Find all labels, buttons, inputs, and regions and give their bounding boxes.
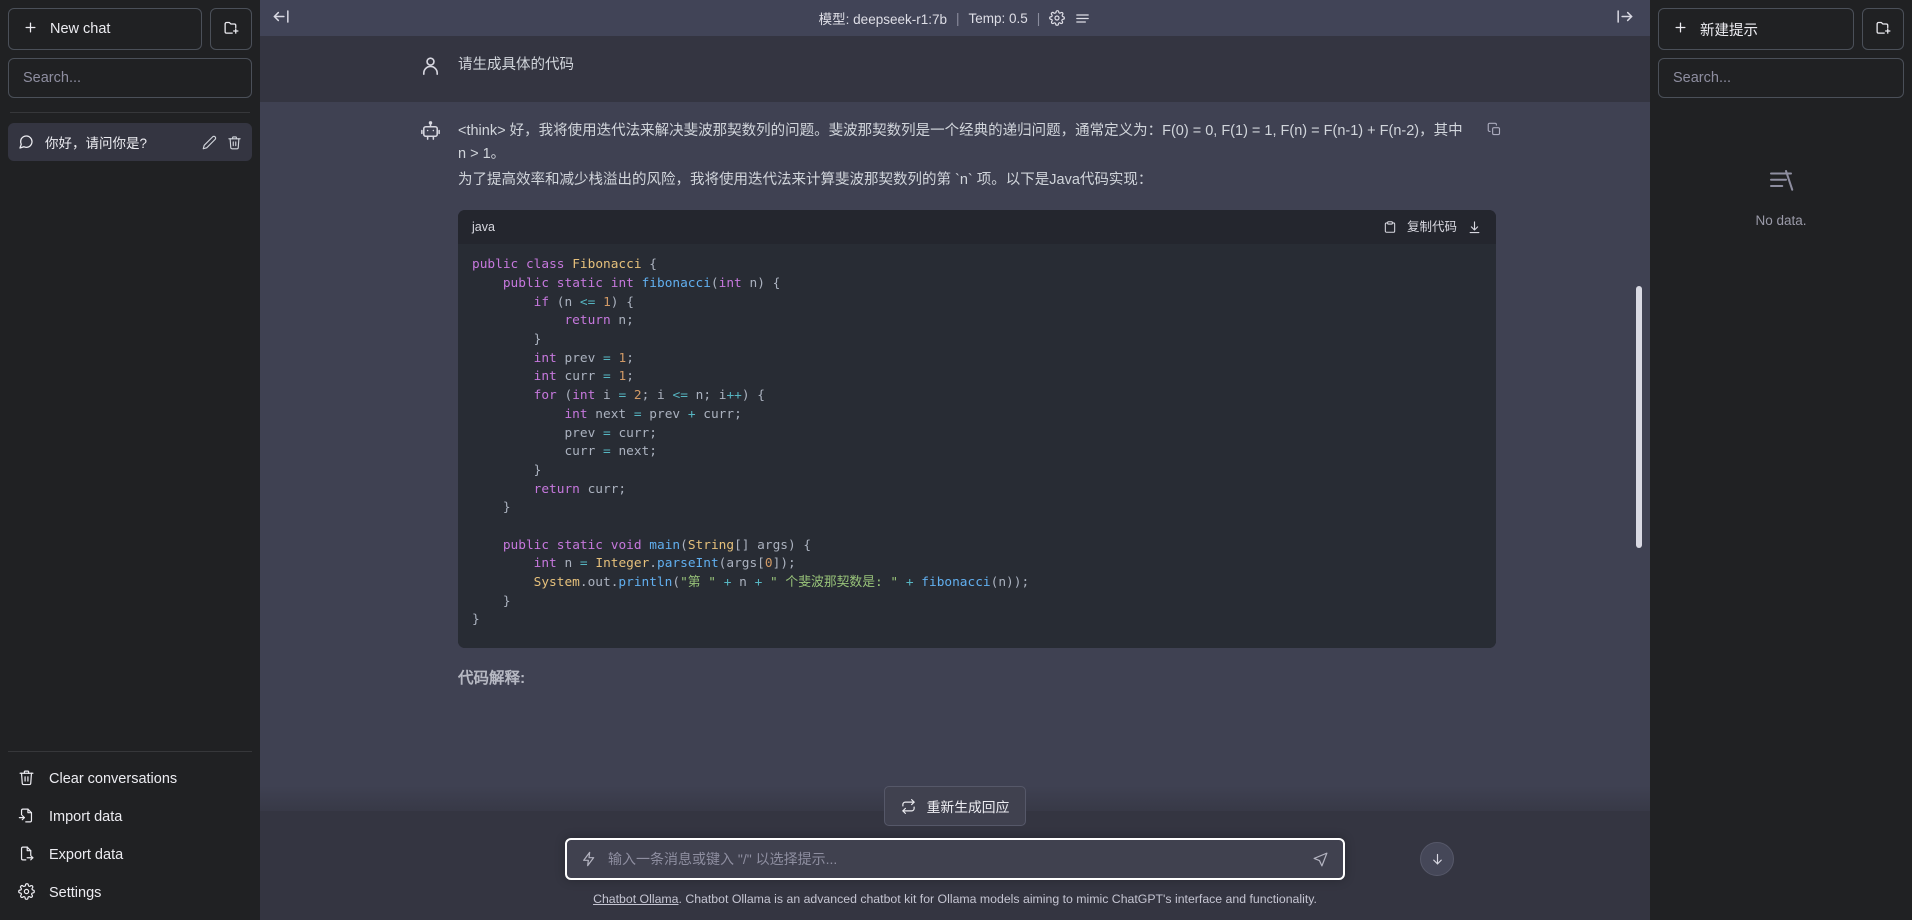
plus-icon	[1673, 20, 1688, 39]
input-row	[260, 838, 1650, 880]
clear-conversations-button[interactable]: Clear conversations	[8, 760, 252, 798]
import-icon	[18, 807, 35, 828]
topbar: 模型: deepseek-r1:7b | Temp: 0.5 |	[260, 0, 1650, 36]
message-input[interactable]	[608, 851, 1301, 867]
app-root: New chat 你好，请问你是?	[0, 0, 1912, 920]
arrow-down-icon	[1430, 852, 1445, 867]
trash-icon[interactable]	[227, 135, 242, 150]
code-language-label: java	[472, 220, 495, 235]
chat-scrollbar[interactable]	[1636, 286, 1642, 548]
chat-bubble-icon	[18, 134, 34, 150]
code-block-header: java 复制代码	[458, 210, 1496, 245]
new-prompt-label: 新建提示	[1700, 22, 1758, 39]
trash-icon	[18, 769, 35, 790]
new-folder-button[interactable]	[210, 8, 252, 50]
arrow-right-to-line-icon	[1615, 7, 1634, 29]
main-panel: 模型: deepseek-r1:7b | Temp: 0.5 | 请生成具体的代…	[260, 0, 1650, 920]
regenerate-row: 重新生成回应	[260, 786, 1650, 826]
assistant-paragraph-1: <think> 好，我将使用迭代法来解决斐波那契数列的问题。斐波那契数列是一个经…	[458, 123, 1463, 163]
right-sidebar: 新建提示 No data.	[1650, 0, 1912, 920]
user-icon	[414, 54, 446, 84]
export-data-label: Export data	[49, 847, 124, 863]
import-data-label: Import data	[49, 809, 123, 825]
settings-button[interactable]: Settings	[8, 874, 252, 912]
clipboard-icon[interactable]	[1383, 220, 1397, 234]
export-icon	[18, 845, 35, 866]
conversation-item[interactable]: 你好，请问你是?	[8, 123, 252, 161]
sidebar-divider	[10, 112, 250, 113]
topbar-separator-2: |	[1036, 10, 1041, 26]
message-user: 请生成具体的代码	[260, 36, 1650, 102]
copy-code-label[interactable]: 复制代码	[1407, 217, 1457, 237]
export-data-button[interactable]: Export data	[8, 836, 252, 874]
no-data-icon	[1766, 166, 1796, 201]
new-chat-button[interactable]: New chat	[8, 8, 202, 50]
conversation-title: 你好，请问你是?	[45, 136, 148, 151]
arrow-left-to-line-icon	[272, 7, 291, 29]
new-folder-icon	[223, 19, 240, 39]
composer: 重新生成回应 输入一条消息或键入 "/" 以选择提示... Chatbot Ol…	[260, 786, 1650, 920]
footer-text: . Chatbot Ollama is an advanced chatbot …	[678, 892, 1317, 906]
message-assistant: <think> 好，我将使用迭代法来解决斐波那契数列的问题。斐波那契数列是一个经…	[260, 102, 1650, 811]
model-label: 模型: deepseek-r1:7b	[818, 12, 947, 27]
new-prompt-folder-button[interactable]	[1862, 8, 1904, 50]
sidebar-top-row: New chat	[8, 8, 252, 50]
temperature-label: Temp: 0.5	[968, 10, 1028, 26]
after-code-text: 代码解释:	[458, 669, 526, 687]
conversation-actions	[202, 135, 242, 150]
download-icon[interactable]	[1467, 220, 1482, 235]
sidebar-bottom: Clear conversations Import data Export d…	[8, 751, 252, 912]
new-folder-icon	[1875, 19, 1892, 39]
assistant-message-body: <think> 好，我将使用迭代法来解决斐波那契数列的问题。斐波那契数列是一个经…	[458, 120, 1501, 691]
gear-icon	[18, 882, 35, 904]
plus-icon	[23, 20, 38, 39]
model-info: 模型: deepseek-r1:7b | Temp: 0.5 |	[819, 8, 1092, 28]
settings-label: Settings	[49, 885, 102, 901]
no-data-label: No data.	[1755, 213, 1807, 228]
new-prompt-button[interactable]: 新建提示	[1658, 8, 1854, 50]
collapse-left-sidebar-button[interactable]	[272, 7, 291, 29]
regenerate-response-button[interactable]: 重新生成回应	[883, 786, 1027, 826]
regenerate-label: 重新生成回应	[926, 800, 1010, 815]
left-sidebar: New chat 你好，请问你是?	[0, 0, 260, 920]
robot-icon	[414, 120, 446, 150]
code-block-actions: 复制代码	[1383, 217, 1482, 237]
user-message-text: 请生成具体的代码	[458, 57, 574, 73]
refresh-icon	[901, 798, 916, 814]
prompt-search-input[interactable]	[1658, 58, 1904, 98]
copy-icon[interactable]	[1487, 122, 1502, 145]
gear-icon[interactable]	[1049, 10, 1066, 26]
user-message-body: 请生成具体的代码	[458, 54, 1496, 84]
assistant-paragraph-2: 为了提高效率和减少栈溢出的风险，我将使用迭代法来计算斐波那契数列的第 `n` 项…	[458, 171, 1153, 188]
code-content: public class Fibonacci { public static i…	[458, 244, 1496, 648]
collapse-right-sidebar-button[interactable]	[1615, 7, 1634, 29]
bolt-icon[interactable]	[581, 851, 597, 867]
sidebar-search-input[interactable]	[8, 58, 252, 98]
footer-note: Chatbot Ollama. Chatbot Ollama is an adv…	[260, 880, 1650, 914]
right-sidebar-top-row: 新建提示	[1658, 8, 1904, 50]
scroll-to-bottom-button[interactable]	[1420, 842, 1454, 876]
code-block: java 复制代码 public class Fibonacci {publi…	[458, 210, 1496, 648]
chatbot-ollama-link[interactable]: Chatbot Ollama	[593, 892, 678, 906]
topbar-separator-1: |	[956, 10, 960, 26]
new-chat-label: New chat	[50, 21, 111, 37]
send-icon[interactable]	[1312, 851, 1329, 868]
message-input-box[interactable]	[565, 838, 1345, 880]
clear-conversations-label: Clear conversations	[49, 771, 178, 787]
import-data-button[interactable]: Import data	[8, 798, 252, 836]
right-sidebar-empty-state: No data.	[1658, 98, 1904, 912]
list-icon[interactable]	[1074, 10, 1091, 27]
pencil-icon[interactable]	[202, 135, 217, 150]
